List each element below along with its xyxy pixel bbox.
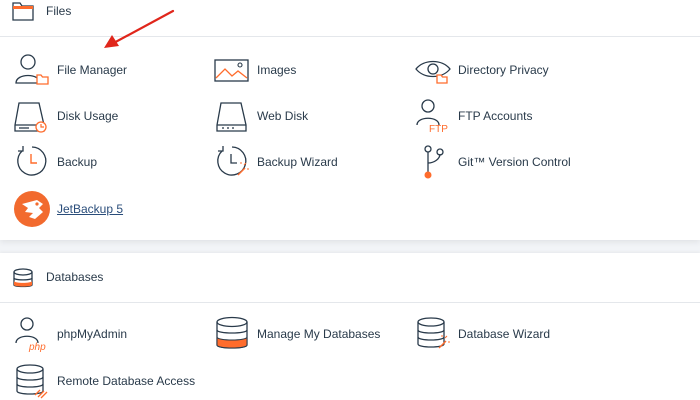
database-wizard-icon [417,317,450,349]
backup-wizard-label: Backup Wizard [257,155,338,169]
manage-my-databases-label: Manage My Databases [257,327,381,341]
web-disk-label: Web Disk [257,109,309,123]
php-icon-text: php [28,342,46,353]
backup-link[interactable]: Backup [12,142,97,182]
ftp-icon-text: FTP [429,124,448,135]
databases-panel: Databases php phpMyAdmin Manage My Datab… [0,253,700,400]
phpmyadmin-link[interactable]: php phpMyAdmin [12,314,127,354]
files-panel-title: Files [46,4,72,18]
disk-usage-label: Disk Usage [57,109,119,123]
jetbackup-logo-icon [14,191,50,227]
ftp-accounts-label: FTP Accounts [458,109,533,123]
manage-databases-icon [216,316,248,349]
backup-wizard-link[interactable]: Backup Wizard [212,142,338,182]
file-manager-link[interactable]: File Manager [12,50,127,90]
phpmyadmin-label: phpMyAdmin [57,327,128,341]
database-icon [13,268,33,288]
databases-panel-title: Databases [46,270,104,284]
directory-privacy-label: Directory Privacy [458,63,549,77]
database-wizard-link[interactable]: Database Wizard [413,314,550,354]
git-version-control-label: Git™ Version Control [458,155,571,169]
eye-icon [415,60,451,84]
annotation-arrow [104,9,175,48]
git-version-control-link[interactable]: Git™ Version Control [413,142,571,182]
file-manager-icon [15,54,49,85]
remote-database-access-link[interactable]: Remote Database Access [12,361,195,400]
ftp-accounts-icon: FTP [416,99,448,135]
directory-privacy-link[interactable]: Directory Privacy [413,50,549,90]
file-manager-label: File Manager [57,63,128,77]
jetbackup-link[interactable]: JetBackup 5 [12,189,123,229]
disk-usage-icon [14,102,47,133]
ftp-accounts-link[interactable]: FTP FTP Accounts [413,96,532,136]
phpmyadmin-icon: php [15,317,46,353]
git-branch-icon [424,145,444,179]
databases-panel-header[interactable]: Databases [0,253,700,303]
database-wizard-label: Database Wizard [458,327,551,341]
web-disk-icon [216,102,247,132]
images-icon [214,59,249,82]
images-label: Images [257,63,297,77]
images-link[interactable]: Images [212,50,296,90]
manage-my-databases-link[interactable]: Manage My Databases [212,314,380,354]
backup-wizard-icon [217,146,249,176]
remote-database-access-label: Remote Database Access [57,374,196,388]
web-disk-link[interactable]: Web Disk [212,96,308,136]
jetbackup-label: JetBackup 5 [57,202,124,216]
folder-icon [12,2,34,21]
remote-database-icon [16,364,48,399]
backup-label: Backup [57,155,98,169]
disk-usage-link[interactable]: Disk Usage [12,96,118,136]
backup-icon [17,146,47,176]
